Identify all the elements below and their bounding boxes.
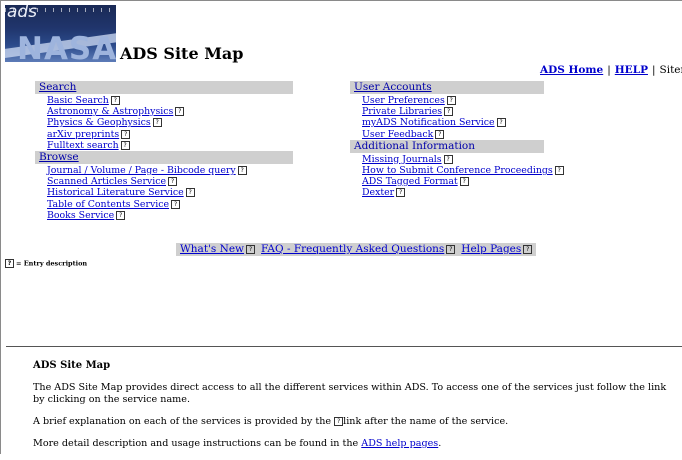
- description-panel: ADS Site Map The ADS Site Map provides d…: [33, 360, 679, 460]
- link-historical-literature-service[interactable]: Historical Literature Service: [47, 187, 184, 198]
- section-header-additional-information: Additional Information: [350, 139, 544, 153]
- ads-nasa-logo[interactable]: ads NASA: [5, 5, 116, 62]
- legend: ? = Entry description: [5, 259, 87, 268]
- section-list: User Preferences? Private Libraries? myADS…: [350, 95, 544, 140]
- help-pages-link[interactable]: Help Pages: [461, 243, 521, 255]
- link-fulltext-search[interactable]: Fulltext search: [47, 140, 119, 151]
- link-basic-search[interactable]: Basic Search: [47, 95, 109, 106]
- help-icon[interactable]: ?: [116, 210, 126, 220]
- list-item: Scanned Articles Service?: [47, 176, 293, 187]
- divider: [6, 346, 682, 347]
- link-how-to-submit-conference-proceedings[interactable]: How to Submit Conference Proceedings: [362, 165, 553, 176]
- link-ads-tagged-format[interactable]: ADS Tagged Format: [362, 176, 458, 187]
- section-list: Basic Search? Astronomy & Astrophysics? Ph…: [35, 95, 293, 151]
- list-item: myADS Notification Service?: [362, 117, 544, 128]
- ads-home-link[interactable]: ADS Home: [540, 64, 603, 76]
- help-icon[interactable]: ?: [185, 188, 195, 198]
- section-header-search[interactable]: Search: [35, 81, 293, 94]
- right-column: User Accounts User Preferences? Private Li…: [350, 81, 564, 199]
- help-icon[interactable]: ?: [444, 107, 454, 117]
- list-item: Table of Contents Service?: [47, 199, 293, 210]
- link-astronomy-astrophysics[interactable]: Astronomy & Astrophysics: [47, 106, 173, 117]
- help-icon[interactable]: ?: [168, 177, 178, 187]
- list-item: Fulltext search?: [47, 140, 293, 151]
- description-heading: ADS Site Map: [33, 360, 111, 371]
- whats-new-link[interactable]: What's New: [180, 243, 244, 255]
- help-icon[interactable]: ?: [237, 166, 247, 176]
- list-item: Journal / Volume / Page - Bibcode query?: [47, 165, 293, 176]
- sitemap-current: Sitemap: [659, 64, 682, 76]
- p2-text-end: link after the name of the service.: [343, 416, 509, 427]
- left-column: Search Basic Search? Astronomy & Astrophys…: [35, 81, 293, 221]
- link-scanned-articles-service[interactable]: Scanned Articles Service: [47, 176, 166, 187]
- logo-ads-text: ads: [7, 5, 38, 22]
- help-icon[interactable]: ?: [175, 107, 185, 117]
- description-p2: A brief explanation on each of the servi…: [33, 416, 679, 428]
- list-item: arXiv preprints?: [47, 129, 293, 140]
- section-list: Journal / Volume / Page - Bibcode query?…: [35, 165, 293, 221]
- link-private-libraries[interactable]: Private Libraries: [362, 106, 442, 117]
- link-books-service[interactable]: Books Service: [47, 210, 114, 221]
- p3-text: More detail description and usage instru…: [33, 438, 359, 449]
- help-icon[interactable]: ?: [120, 140, 130, 150]
- list-item: Books Service?: [47, 210, 293, 221]
- list-item: Private Libraries?: [362, 106, 544, 117]
- top-nav: ADS Home|HELP|Sitemap: [540, 64, 682, 76]
- help-icon[interactable]: ?: [152, 118, 162, 128]
- list-item: Dexter?: [362, 187, 544, 198]
- p2-text: A brief explanation on each of the servi…: [33, 416, 332, 427]
- separator: |: [607, 64, 611, 76]
- help-link[interactable]: HELP: [615, 64, 648, 76]
- list-item: User Preferences?: [362, 95, 544, 106]
- link-journal-volume-page-bibcode-query[interactable]: Journal / Volume / Page - Bibcode query: [47, 165, 236, 176]
- help-icon[interactable]: ?: [435, 129, 445, 139]
- section-header-browse[interactable]: Browse: [35, 151, 293, 165]
- link-myads-notification-service[interactable]: myADS Notification Service: [362, 117, 495, 128]
- help-icon[interactable]: ?: [443, 154, 453, 164]
- help-icon[interactable]: ?: [446, 244, 456, 254]
- help-icon: ?: [5, 259, 14, 268]
- link-physics-geophysics[interactable]: Physics & Geophysics: [47, 117, 151, 128]
- link-arxiv-preprints[interactable]: arXiv preprints: [47, 129, 119, 140]
- help-icon[interactable]: ?: [554, 166, 564, 176]
- ads-help-pages-link[interactable]: ADS help pages: [361, 438, 438, 449]
- page-title: ADS Site Map: [120, 44, 244, 63]
- list-item: Astronomy & Astrophysics?: [47, 106, 293, 117]
- legend-text: = Entry description: [16, 259, 88, 268]
- link-table-of-contents-service[interactable]: Table of Contents Service: [47, 199, 169, 210]
- link-user-preferences[interactable]: User Preferences: [362, 95, 445, 106]
- help-icon[interactable]: ?: [459, 177, 469, 187]
- help-icon: ?: [334, 417, 344, 426]
- list-item: Basic Search?: [47, 95, 293, 106]
- logo-nasa-text: NASA: [17, 31, 116, 62]
- list-item: How to Submit Conference Proceedings?: [362, 165, 564, 176]
- help-icon[interactable]: ?: [171, 199, 181, 209]
- description-p3: More detail description and usage instru…: [33, 438, 679, 450]
- faq-link[interactable]: FAQ - Frequently Asked Questions: [261, 243, 444, 255]
- link-user-feedback[interactable]: User Feedback: [362, 129, 433, 140]
- help-bar: What's New? FAQ - Frequently Asked Questi…: [176, 243, 537, 256]
- list-item: User Feedback?: [362, 129, 544, 140]
- section-header-user-accounts: User Accounts: [350, 81, 544, 94]
- list-item: ADS Tagged Format?: [362, 176, 544, 187]
- help-icon[interactable]: ?: [246, 244, 256, 254]
- separator: |: [651, 64, 656, 76]
- list-item: Physics & Geophysics?: [47, 117, 293, 128]
- list-item: Historical Literature Service?: [47, 187, 293, 198]
- help-icon[interactable]: ?: [396, 188, 406, 198]
- list-item: Missing Journals?: [362, 154, 544, 165]
- help-icon[interactable]: ?: [121, 129, 131, 139]
- description-p1: The ADS Site Map provides direct access …: [33, 382, 667, 405]
- link-dexter[interactable]: Dexter: [362, 187, 394, 198]
- help-icon[interactable]: ?: [446, 96, 456, 105]
- link-missing-journals[interactable]: Missing Journals: [362, 154, 442, 165]
- help-icon[interactable]: ?: [496, 118, 506, 128]
- help-icon[interactable]: ?: [110, 96, 120, 105]
- p3-text-end: .: [438, 438, 442, 449]
- help-icon[interactable]: ?: [523, 244, 533, 254]
- section-list: Missing Journals? How to Submit Conferenc…: [350, 154, 564, 199]
